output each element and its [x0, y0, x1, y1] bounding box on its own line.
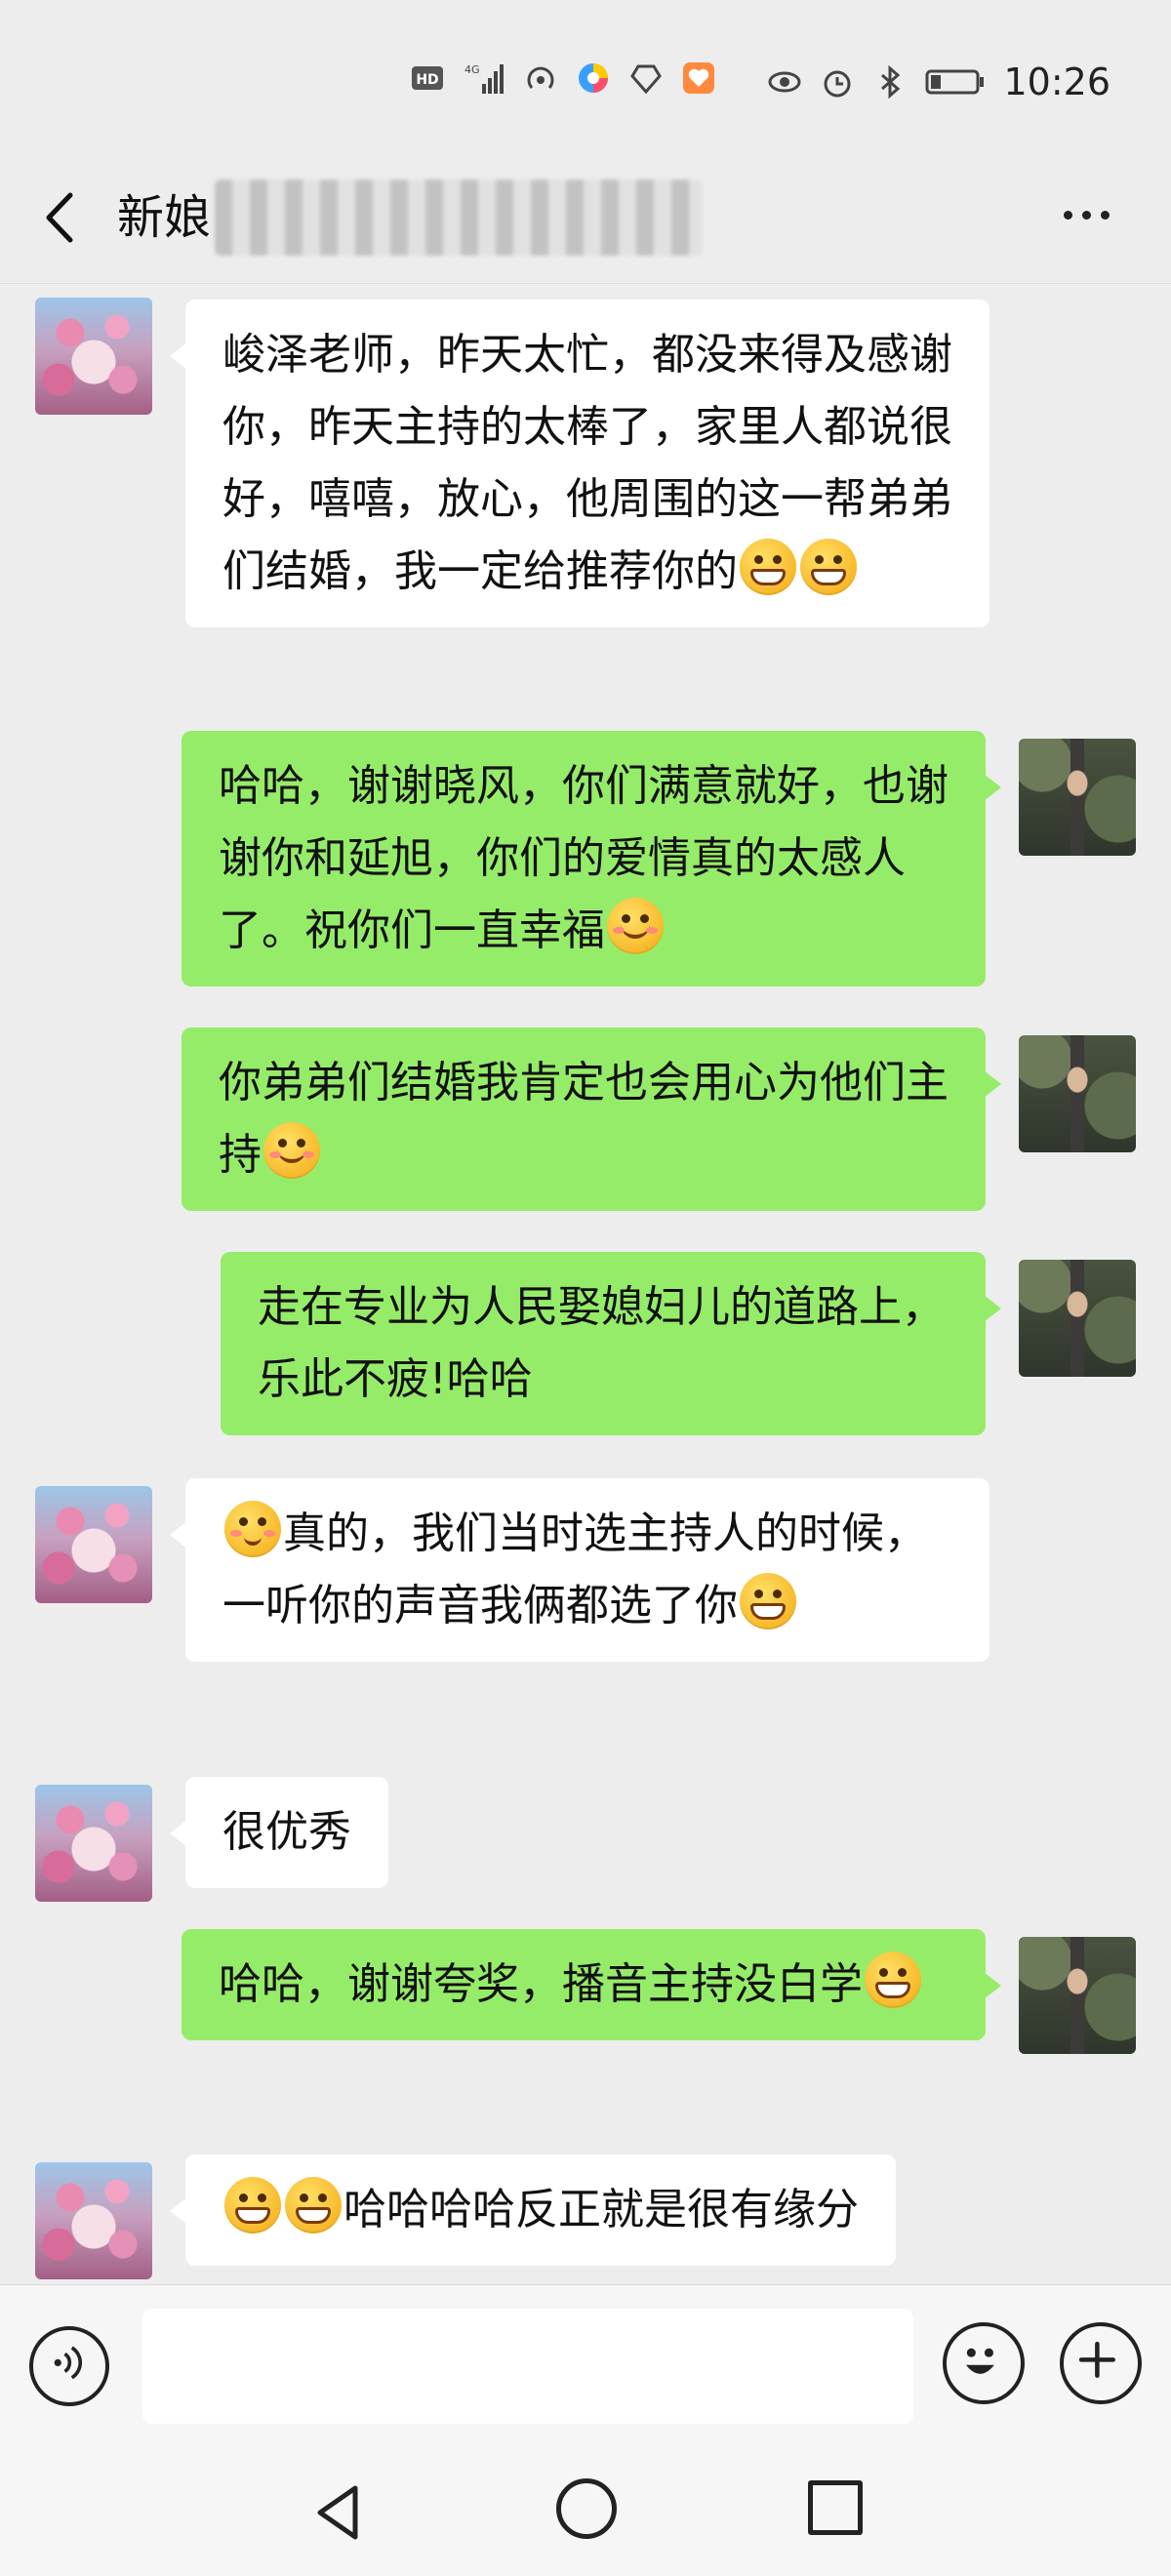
smile-emoji-icon: [607, 898, 664, 954]
contact-avatar[interactable]: [35, 298, 152, 415]
message-text: 哈哈，谢谢夸奖，播音主持没白学: [219, 1959, 863, 2009]
alarm-icon: [824, 70, 851, 98]
message-input[interactable]: [142, 2309, 913, 2424]
input-bar: [0, 2284, 1171, 2445]
message-text: 走在专业为人民娶媳妇儿的道路上，乐此不疲!哈哈: [258, 1282, 945, 1404]
title-mosaic-redaction: [215, 180, 703, 256]
my-avatar[interactable]: [1019, 1035, 1136, 1152]
nav-back-icon[interactable]: [304, 2478, 373, 2547]
plus-icon: [1078, 2341, 1115, 2378]
message-text: 你弟弟们结婚我肯定也会用心为他们主持: [219, 1058, 949, 1180]
app-icon-1: [579, 63, 608, 93]
message-bubble[interactable]: 哈哈哈哈反正就是很有缘分: [170, 2154, 896, 2266]
grin-emoji-icon: [285, 2177, 342, 2234]
status-bar: HD 4G 10:26: [0, 0, 1171, 171]
message-bubble[interactable]: 峻泽老师，昨天太忙，都没来得及感谢你，昨天主持的太棒了，家里人都说很好，嘻嘻，放…: [170, 300, 989, 627]
smile-emoji-icon: [263, 1122, 320, 1179]
hotspot-icon: [527, 66, 554, 89]
voice-icon: [54, 2346, 82, 2380]
my-avatar[interactable]: [1019, 739, 1136, 856]
hd-icon: HD: [412, 66, 443, 90]
shy-emoji-icon: [224, 1501, 281, 1557]
grin-emoji-icon: [865, 1952, 921, 2008]
bluetooth-icon: [881, 64, 901, 100]
grin-emoji-icon: [740, 539, 796, 595]
smiley-icon: [965, 2348, 994, 2374]
more-functions-button[interactable]: [1060, 2322, 1142, 2404]
app-icon-3: [683, 62, 714, 94]
message-text: 哈哈哈哈反正就是很有缘分: [343, 2185, 859, 2234]
voice-input-button[interactable]: [29, 2326, 109, 2406]
more-dot-icon: [1101, 210, 1110, 220]
message-bubble[interactable]: 你弟弟们结婚我肯定也会用心为他们主持: [182, 1027, 1001, 1211]
grin-emoji-icon: [740, 1573, 796, 1630]
grin-emoji-icon: [800, 539, 857, 595]
message-bubble[interactable]: 走在专业为人民娶媳妇儿的道路上，乐此不疲!哈哈: [221, 1252, 1001, 1435]
message-bubble[interactable]: 哈哈，谢谢夸奖，播音主持没白学: [182, 1929, 1001, 2040]
signal-4g-icon: 4G: [464, 63, 504, 94]
back-icon[interactable]: [33, 183, 88, 252]
message-text: 真的，我们当时选主持人的时候，一听你的声音我俩都选了你: [222, 1509, 927, 1630]
message-bubble[interactable]: 很优秀: [170, 1777, 388, 1888]
message-text: 哈哈，谢谢晓风，你们满意就好，也谢谢你和延旭，你们的爱情真的太感人了。祝你们一直…: [219, 761, 949, 955]
more-options-button[interactable]: [1064, 195, 1122, 234]
nav-recent-apps-icon[interactable]: [808, 2480, 863, 2535]
contact-avatar[interactable]: [35, 1486, 152, 1603]
message-text: 很优秀: [222, 1807, 351, 1857]
system-nav-bar: [0, 2445, 1171, 2576]
svg-text:HD: HD: [416, 72, 438, 88]
emoji-button[interactable]: [943, 2322, 1025, 2404]
more-dot-icon: [1082, 210, 1091, 220]
more-dot-icon: [1064, 210, 1072, 220]
message-bubble[interactable]: 真的，我们当时选主持人的时候，一听你的声音我俩都选了你: [170, 1478, 989, 1662]
nav-home-icon[interactable]: [556, 2478, 617, 2539]
my-avatar[interactable]: [1019, 1260, 1136, 1377]
battery-icon: [925, 69, 985, 95]
status-right-icons: 10:26: [767, 60, 1110, 103]
status-time: 10:26: [1003, 60, 1110, 103]
svg-text:4G: 4G: [464, 63, 480, 76]
contact-avatar[interactable]: [35, 1785, 152, 1902]
my-avatar[interactable]: [1019, 1937, 1136, 2054]
eye-icon: [768, 71, 801, 93]
chat-messages[interactable]: 峻泽老师，昨天太忙，都没来得及感谢你，昨天主持的太棒了，家里人都说很好，嘻嘻，放…: [0, 284, 1171, 2284]
app-icon-2: [630, 64, 662, 95]
chat-header: 新娘: [0, 156, 1171, 283]
chat-title[interactable]: 新娘: [117, 183, 211, 252]
status-left-icons: HD 4G: [410, 60, 716, 96]
contact-avatar[interactable]: [35, 2162, 152, 2279]
grin-emoji-icon: [224, 2177, 281, 2234]
message-bubble[interactable]: 哈哈，谢谢晓风，你们满意就好，也谢谢你和延旭，你们的爱情真的太感人了。祝你们一直…: [182, 731, 1001, 986]
